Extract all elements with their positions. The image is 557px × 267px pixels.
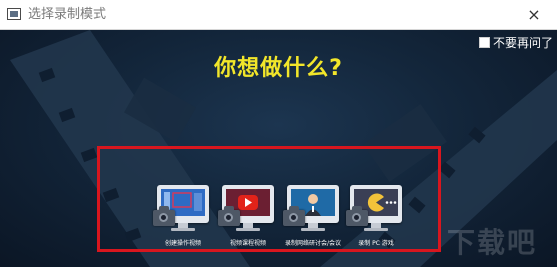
camera-icon [218,206,240,226]
option-video-lesson[interactable]: 视频课程视频 [218,185,278,255]
title-bar: 选择录制模式 × [0,0,557,30]
dont-ask-label: 不要再问了 [492,36,553,50]
dont-ask-checkbox[interactable] [478,37,490,48]
watermark: 下载吧 [446,226,537,259]
question-heading: 你想做什么? [214,56,343,81]
close-button[interactable]: × [511,0,557,29]
dont-ask-again-option[interactable]: 不要再问了 [478,34,553,51]
camera-icon [153,206,175,226]
close-icon: × [527,5,541,24]
option-label: 录制 PC 游戏 [358,240,394,247]
dialog-content: 你想做什么? 不要再问了 创建操作视频 视频课程视频 录制网络研讨会/会议 录制… [0,30,557,267]
option-record-pc-game[interactable]: 录制 PC 游戏 [346,185,406,255]
option-create-howto-video[interactable]: 创建操作视频 [153,185,213,255]
app-icon [7,8,21,20]
window-title: 选择录制模式 [28,7,107,22]
recording-mode-dialog: 选择录制模式 × 你想做什么? 不要再问了 创建操作视频 视频课程视频 录制网络… [0,0,557,267]
camera-icon [346,206,368,226]
camera-icon [283,206,305,226]
option-record-webinar[interactable]: 录制网络研讨会/会议 [283,185,343,255]
